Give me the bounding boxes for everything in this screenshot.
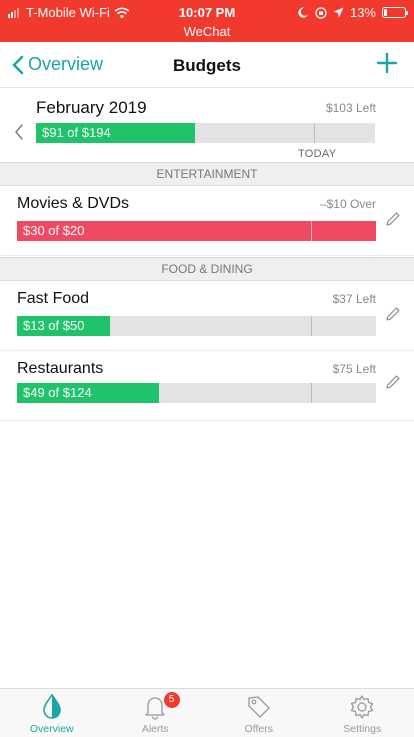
- location-icon: [333, 7, 344, 18]
- plus-icon[interactable]: [376, 52, 398, 74]
- chevron-left-icon: [12, 55, 24, 74]
- previous-month-chevron-icon[interactable]: [12, 122, 26, 142]
- pencil-edit-icon[interactable]: [384, 210, 402, 228]
- tab-label: Offers: [244, 723, 273, 735]
- tab-bar: Overview 5 Alerts Offers Settings: [0, 688, 414, 737]
- section-header-entertainment: ENTERTAINMENT: [0, 162, 414, 186]
- today-marker: [311, 383, 313, 403]
- budget-name: Movies & DVDs: [17, 195, 130, 212]
- today-marker: [311, 221, 313, 241]
- orientation-lock-icon: [315, 6, 327, 19]
- month-progress-fill: $91 of $194: [36, 123, 195, 143]
- navigation-bar: Overview Budgets: [0, 42, 414, 88]
- tab-label: Overview: [29, 723, 74, 735]
- budget-progress-fill: $13 of $50: [17, 316, 111, 336]
- budget-status: $37 Left: [332, 292, 376, 306]
- budget-progress-bar: $30 of $20: [17, 221, 376, 241]
- budget-progress-label: $30 of $20: [23, 223, 85, 238]
- budget-row-restaurants[interactable]: Restaurants $75 Left $49 of $124: [0, 351, 414, 421]
- overview-drop-icon: [42, 694, 61, 719]
- return-to-app-label[interactable]: WeChat: [0, 24, 414, 39]
- budget-row-movies-dvds[interactable]: Movies & DVDs –$10 Over $30 of $20: [0, 186, 414, 256]
- battery-icon: [382, 7, 408, 18]
- gear-icon: [351, 695, 374, 719]
- month-summary: February 2019 $103 Left $91 of $194 TODA…: [0, 88, 414, 162]
- tab-offers[interactable]: Offers: [207, 689, 311, 737]
- alerts-badge: 5: [163, 692, 180, 708]
- pencil-edit-icon[interactable]: [384, 305, 402, 323]
- budget-progress-bar: $49 of $124: [17, 383, 376, 403]
- tab-alerts[interactable]: 5 Alerts: [104, 689, 208, 737]
- moon-icon: [298, 7, 309, 18]
- month-progress-label: $91 of $194: [42, 125, 111, 140]
- budget-status: $75 Left: [332, 362, 376, 376]
- budget-progress-fill: $30 of $20: [17, 221, 376, 241]
- back-button[interactable]: Overview: [12, 54, 103, 75]
- tab-settings[interactable]: Settings: [311, 689, 414, 737]
- today-marker: [313, 123, 315, 143]
- budget-progress-label: $49 of $124: [23, 385, 92, 400]
- budget-status: –$10 Over: [319, 197, 376, 211]
- back-button-label: Overview: [28, 54, 104, 74]
- budget-progress-fill: $49 of $124: [17, 383, 159, 403]
- budget-progress-bar: $13 of $50: [17, 316, 376, 336]
- month-title: February 2019: [36, 98, 147, 117]
- status-right: 13%: [298, 5, 408, 20]
- tab-label: Alerts: [141, 723, 169, 735]
- budget-progress-label: $13 of $50: [23, 318, 85, 333]
- tab-overview[interactable]: Overview: [0, 689, 104, 737]
- budget-name: Fast Food: [17, 290, 90, 307]
- budget-name: Restaurants: [17, 360, 104, 377]
- today-label: TODAY: [297, 148, 337, 160]
- month-progress-bar: $91 of $194: [36, 123, 375, 143]
- today-marker: [311, 316, 313, 336]
- section-header-food-dining: FOOD & DINING: [0, 257, 414, 281]
- status-bar: T-Mobile Wi-Fi 10:07 PM 13% WeChat: [0, 0, 414, 42]
- tag-icon: [248, 696, 270, 718]
- tab-label: Settings: [343, 723, 382, 735]
- month-remaining: $103 Left: [325, 101, 376, 115]
- battery-percent: 13%: [349, 5, 376, 20]
- budget-row-fast-food[interactable]: Fast Food $37 Left $13 of $50: [0, 281, 414, 351]
- pencil-edit-icon[interactable]: [384, 373, 402, 391]
